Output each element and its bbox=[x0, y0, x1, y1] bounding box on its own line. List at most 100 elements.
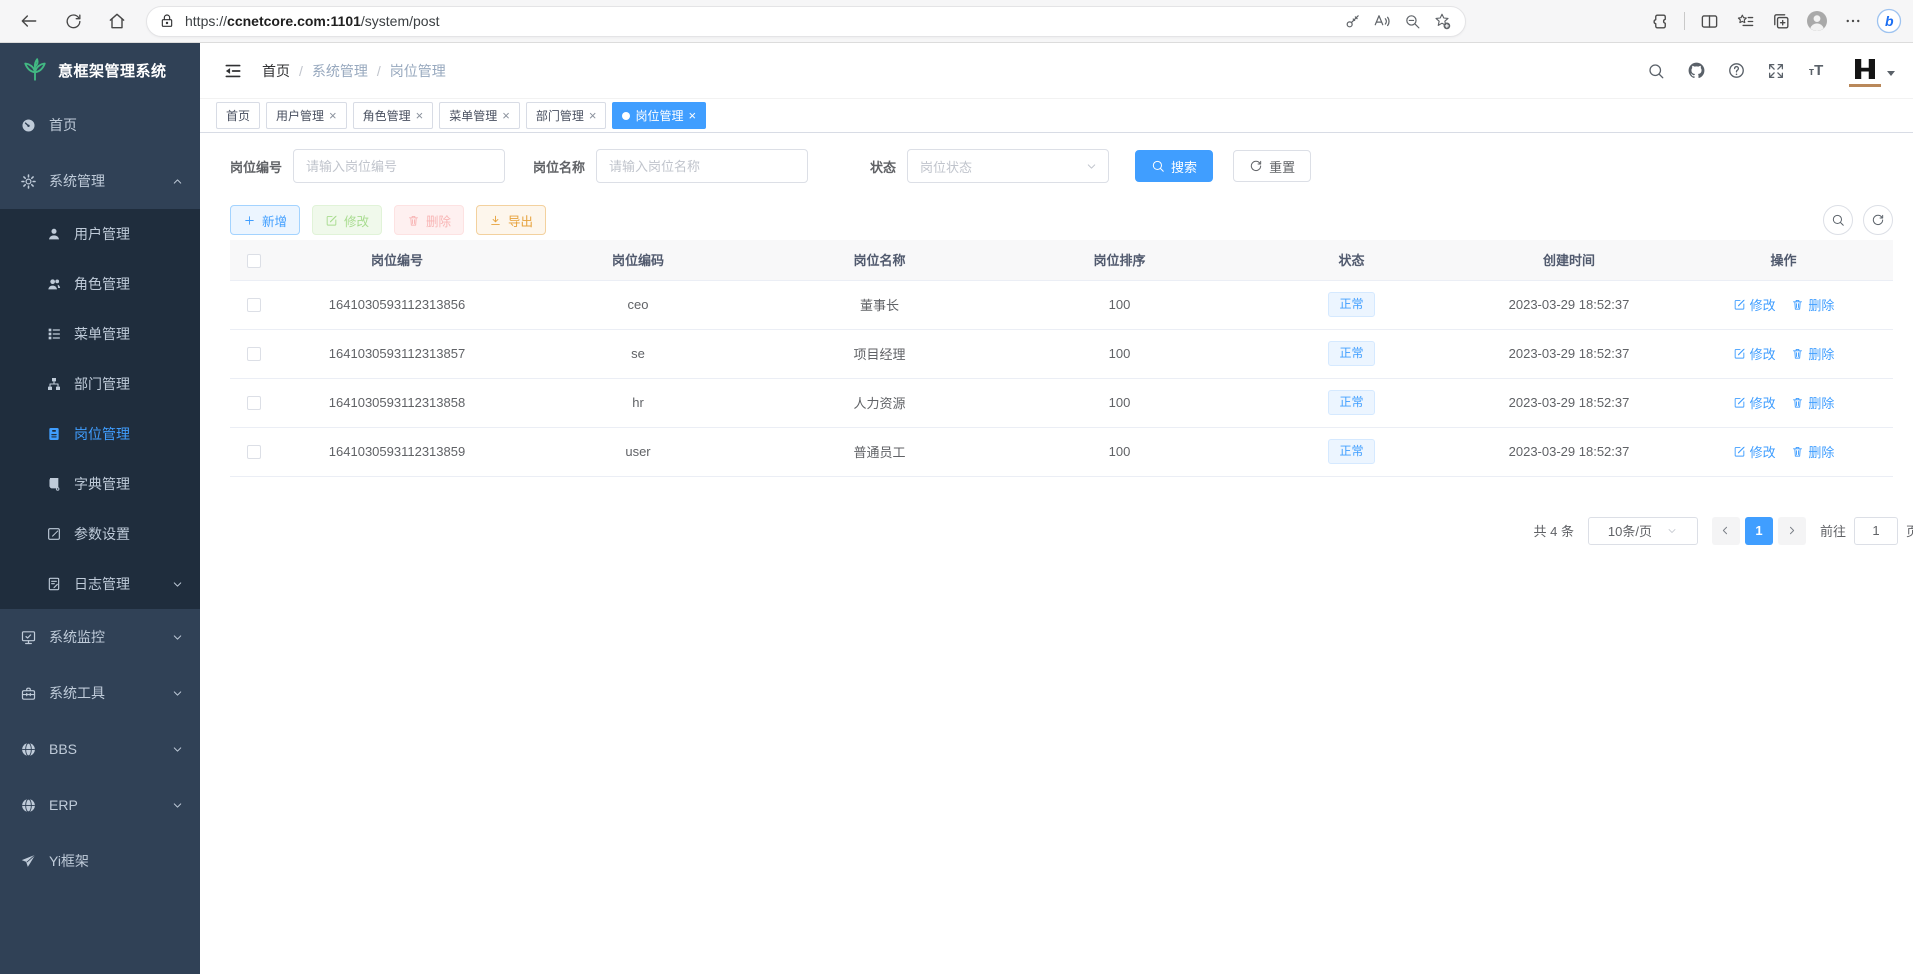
browser-profile-button[interactable] bbox=[1803, 7, 1831, 35]
collections-icon bbox=[1772, 12, 1791, 31]
font-size-button[interactable]: тT bbox=[1799, 54, 1833, 88]
sidebar-item-log-mgmt[interactable]: 日志管理 bbox=[0, 559, 200, 609]
sidebar-item-user-mgmt[interactable]: 用户管理 bbox=[0, 209, 200, 259]
address-bar[interactable]: https://ccnetcore.com:1101/system/post bbox=[146, 6, 1466, 37]
edit-button[interactable]: 修改 bbox=[312, 205, 382, 235]
row-delete-link[interactable]: 删除 bbox=[1791, 344, 1834, 363]
row-checkbox[interactable] bbox=[247, 298, 261, 312]
chevron-down-icon bbox=[171, 631, 184, 644]
row-delete-link[interactable]: 删除 bbox=[1791, 393, 1834, 412]
status-badge[interactable]: 正常 bbox=[1328, 292, 1374, 316]
breadcrumb-home[interactable]: 首页 bbox=[262, 61, 290, 81]
zoom-out-button[interactable] bbox=[1397, 6, 1427, 36]
row-delete-link[interactable]: 删除 bbox=[1791, 442, 1834, 461]
page-size-select[interactable]: 10条/页 bbox=[1588, 517, 1698, 545]
sidebar-item-role-mgmt[interactable]: 角色管理 bbox=[0, 259, 200, 309]
row-checkbox[interactable] bbox=[247, 445, 261, 459]
export-button[interactable]: 导出 bbox=[476, 205, 546, 235]
tab-close-icon[interactable]: × bbox=[589, 109, 597, 122]
add-button[interactable]: 新增 bbox=[230, 205, 300, 235]
tab-close-icon[interactable]: × bbox=[688, 109, 696, 122]
status-badge[interactable]: 正常 bbox=[1328, 341, 1374, 365]
extensions-button[interactable] bbox=[1646, 7, 1674, 35]
app-window: 意框架管理系统 首页 系统管理 用户管理 bbox=[0, 43, 1913, 974]
post-id-input[interactable] bbox=[293, 149, 505, 183]
collections-button[interactable] bbox=[1767, 7, 1795, 35]
sidebar-item-label: ERP bbox=[49, 797, 78, 813]
sidebar-item-menu-mgmt[interactable]: 菜单管理 bbox=[0, 309, 200, 359]
select-all-checkbox[interactable] bbox=[247, 254, 261, 268]
sidebar-item-system-monitor[interactable]: 系统监控 bbox=[0, 609, 200, 665]
tab-close-icon[interactable]: × bbox=[416, 109, 424, 122]
sidebar-item-dict-mgmt[interactable]: 字典管理 bbox=[0, 459, 200, 509]
sidebar-item-bbs[interactable]: BBS bbox=[0, 721, 200, 777]
sidebar-item-param-settings[interactable]: 参数设置 bbox=[0, 509, 200, 559]
app-logo[interactable]: 意框架管理系统 bbox=[0, 43, 200, 97]
sidebar-item-label: 参数设置 bbox=[74, 524, 130, 544]
org-tree-icon bbox=[46, 376, 62, 392]
tab-close-icon[interactable]: × bbox=[502, 109, 510, 122]
row-checkbox[interactable] bbox=[247, 396, 261, 410]
sidebar-item-system-tools[interactable]: 系统工具 bbox=[0, 665, 200, 721]
gear-icon bbox=[20, 173, 37, 190]
chevron-right-icon bbox=[1785, 524, 1798, 537]
refresh-table-button[interactable] bbox=[1863, 205, 1893, 235]
search-button[interactable]: 搜索 bbox=[1135, 150, 1213, 182]
tab-user-mgmt[interactable]: 用户管理× bbox=[266, 102, 347, 129]
row-edit-link[interactable]: 修改 bbox=[1733, 393, 1776, 412]
sidebar-item-yi-framework[interactable]: Yi框架 bbox=[0, 833, 200, 889]
main-panel: 首页 / 系统管理 / 岗位管理 тT bbox=[200, 43, 1913, 974]
tab-home[interactable]: 首页 bbox=[216, 102, 260, 129]
help-button[interactable] bbox=[1719, 54, 1753, 88]
sidebar-item-home[interactable]: 首页 bbox=[0, 97, 200, 153]
profile-avatar-icon bbox=[1805, 9, 1829, 33]
user-menu[interactable] bbox=[1849, 55, 1895, 87]
chevron-down-icon bbox=[171, 687, 184, 700]
lock-icon bbox=[159, 13, 175, 29]
sidebar-item-system-mgmt[interactable]: 系统管理 bbox=[0, 153, 200, 209]
row-delete-link[interactable]: 删除 bbox=[1791, 295, 1834, 314]
status-badge[interactable]: 正常 bbox=[1328, 439, 1374, 463]
sidebar-item-label: 部门管理 bbox=[74, 374, 130, 394]
favorites-button[interactable] bbox=[1731, 7, 1759, 35]
status-select[interactable]: 岗位状态 bbox=[907, 149, 1109, 183]
split-screen-button[interactable] bbox=[1695, 7, 1723, 35]
header-search-button[interactable] bbox=[1639, 54, 1673, 88]
prev-page-button[interactable] bbox=[1712, 517, 1740, 545]
sidebar-item-label: 系统工具 bbox=[49, 683, 105, 703]
delete-button[interactable]: 删除 bbox=[394, 205, 464, 235]
read-aloud-button[interactable] bbox=[1367, 6, 1397, 36]
reset-button[interactable]: 重置 bbox=[1233, 150, 1311, 182]
github-icon bbox=[1687, 61, 1706, 80]
browser-home-button[interactable] bbox=[102, 6, 132, 36]
sidebar-item-erp[interactable]: ERP bbox=[0, 777, 200, 833]
add-favorite-button[interactable] bbox=[1427, 6, 1457, 36]
browser-settings-button[interactable] bbox=[1839, 7, 1867, 35]
fullscreen-button[interactable] bbox=[1759, 54, 1793, 88]
row-edit-link[interactable]: 修改 bbox=[1733, 295, 1776, 314]
post-name-input[interactable] bbox=[596, 149, 808, 183]
current-page-button[interactable]: 1 bbox=[1745, 517, 1773, 545]
goto-page-input[interactable] bbox=[1854, 517, 1898, 545]
row-edit-link[interactable]: 修改 bbox=[1733, 344, 1776, 363]
browser-refresh-button[interactable] bbox=[58, 6, 88, 36]
sidebar-item-dept-mgmt[interactable]: 部门管理 bbox=[0, 359, 200, 409]
row-edit-link[interactable]: 修改 bbox=[1733, 442, 1776, 461]
browser-back-button[interactable] bbox=[14, 6, 44, 36]
yi-logo-icon bbox=[1850, 54, 1880, 84]
row-checkbox[interactable] bbox=[247, 347, 261, 361]
status-badge[interactable]: 正常 bbox=[1328, 390, 1374, 414]
sidebar-item-post-mgmt[interactable]: 岗位管理 bbox=[0, 409, 200, 459]
tab-menu-mgmt[interactable]: 菜单管理× bbox=[439, 102, 520, 129]
tab-close-icon[interactable]: × bbox=[329, 109, 337, 122]
github-button[interactable] bbox=[1679, 54, 1713, 88]
sidebar-fold-button[interactable] bbox=[216, 54, 250, 88]
tab-post-mgmt[interactable]: 岗位管理× bbox=[612, 102, 706, 129]
toggle-search-button[interactable] bbox=[1823, 205, 1853, 235]
tab-role-mgmt[interactable]: 角色管理× bbox=[353, 102, 434, 129]
copilot-button[interactable]: b bbox=[1875, 7, 1903, 35]
url-text[interactable]: https://ccnetcore.com:1101/system/post bbox=[185, 13, 1337, 29]
password-button[interactable] bbox=[1337, 6, 1367, 36]
next-page-button[interactable] bbox=[1778, 517, 1806, 545]
tab-dept-mgmt[interactable]: 部门管理× bbox=[526, 102, 607, 129]
